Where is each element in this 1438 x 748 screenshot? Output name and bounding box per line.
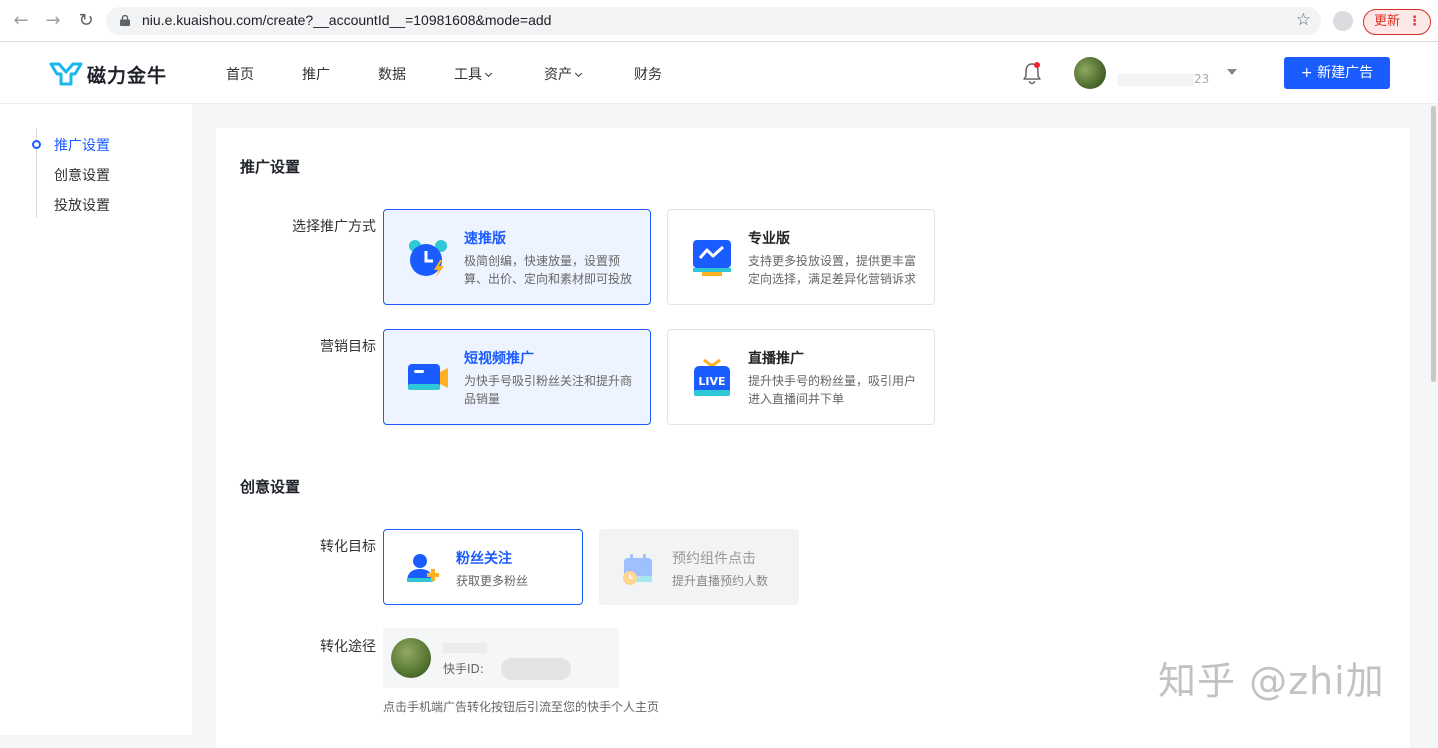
watermark: 知乎 @zhi加: [1158, 659, 1385, 703]
method-option-quick[interactable]: 速推版 极简创编，快速放量，设置预算、出价、定向和素材即可投放: [383, 209, 651, 305]
method-option-pro[interactable]: 专业版 支持更多投放设置，提供更丰富定向选择，满足差异化营销诉求: [667, 209, 935, 305]
nav-finance[interactable]: 财务: [634, 64, 662, 84]
account-suffix: 23: [1194, 72, 1210, 86]
address-bar[interactable]: niu.e.kuaishou.com/create?__accountId__=…: [106, 7, 1321, 35]
sidebar-item-promo-settings[interactable]: 推广设置: [54, 135, 110, 155]
path-label: 转化途径: [320, 639, 376, 655]
target-option-reservation[interactable]: 预约组件点击 提升直播预约人数: [599, 529, 799, 605]
section-title-creative: 创意设置: [240, 478, 301, 496]
live-tv-icon: LIVE: [694, 358, 730, 396]
trend-chart-icon: [693, 240, 731, 276]
profile-icon[interactable]: [1333, 11, 1353, 31]
nav-tools[interactable]: 工具: [454, 64, 493, 84]
target-follow-desc: 获取更多粉丝: [456, 574, 529, 588]
update-label: 更新: [1374, 14, 1401, 29]
video-camera-icon: [408, 364, 448, 390]
account-name-redacted: [1118, 73, 1194, 86]
goal-label: 营销目标: [320, 339, 376, 355]
svg-text:LIVE: LIVE: [698, 375, 725, 388]
chevron-down-icon: [574, 69, 583, 78]
scrollbar-thumb[interactable]: [1431, 106, 1436, 382]
nav-assets-label: 资产: [544, 67, 572, 83]
method-pro-title: 专业版: [748, 231, 790, 247]
account-name-redacted: [443, 642, 487, 653]
target-reservation-desc: 提升直播预约人数: [672, 574, 769, 588]
method-pro-desc: 支持更多投放设置，提供更丰富定向选择，满足差异化营销诉求: [748, 254, 917, 286]
method-label: 选择推广方式: [292, 219, 376, 235]
goal-live-title: 直播推广: [748, 351, 804, 367]
path-id-redacted: [501, 658, 571, 680]
nav-promotion[interactable]: 推广: [302, 64, 330, 84]
method-quick-title: 速推版: [464, 231, 506, 247]
goal-option-live[interactable]: LIVE 直播推广 提升快手号的粉丝量，吸引用户进入直播间并下单: [667, 329, 935, 425]
target-label: 转化目标: [320, 539, 376, 555]
alarm-clock-icon: [409, 240, 447, 277]
reload-icon[interactable]: ↻: [75, 10, 97, 32]
account-name[interactable]: 23: [1118, 72, 1212, 86]
app-header: 磁力金牛 首页 推广 数据 工具 资产 财务 23 + 新建广告: [0, 42, 1438, 104]
avatar[interactable]: [1074, 57, 1106, 89]
path-id-label: 快手ID:: [443, 662, 484, 676]
calendar-clock-icon: [623, 554, 652, 585]
lock-icon: [120, 15, 130, 26]
sidebar: 推广设置 创意设置 投放设置: [0, 104, 192, 735]
forward-icon[interactable]: →: [42, 10, 64, 32]
target-reservation-title: 预约组件点击: [672, 551, 756, 567]
logo-icon: [49, 62, 83, 86]
goal-short-video-title: 短视频推广: [464, 351, 534, 367]
sidebar-active-dot: [32, 140, 41, 149]
browser-toolbar: ← → ↻ niu.e.kuaishou.com/create?__accoun…: [0, 0, 1438, 42]
target-follow-title: 粉丝关注: [456, 551, 512, 567]
path-hint: 点击手机端广告转化按钮后引流至您的快手个人主页: [383, 700, 660, 714]
page-scrollbar[interactable]: [1430, 104, 1438, 384]
chevron-down-icon: [484, 69, 493, 78]
goal-live-desc: 提升快手号的粉丝量，吸引用户进入直播间并下单: [748, 374, 917, 406]
avatar: [391, 638, 431, 678]
nav-tools-label: 工具: [454, 67, 482, 83]
user-add-icon: [407, 554, 439, 582]
path-account-name: [443, 640, 487, 654]
goal-short-video-desc: 为快手号吸引粉丝关注和提升商品销量: [464, 374, 633, 406]
target-option-follow[interactable]: 粉丝关注 获取更多粉丝: [383, 529, 583, 605]
more-menu-icon: ⋮: [1408, 14, 1421, 29]
sidebar-item-delivery-settings[interactable]: 投放设置: [54, 195, 110, 215]
url-text: niu.e.kuaishou.com/create?__accountId__=…: [142, 12, 552, 28]
sidebar-item-creative-settings[interactable]: 创意设置: [54, 165, 110, 185]
path-account-card: 快手ID:: [383, 628, 619, 688]
back-icon[interactable]: ←: [10, 10, 32, 32]
account-caret-icon[interactable]: [1227, 69, 1237, 75]
nav-home[interactable]: 首页: [226, 64, 254, 84]
goal-option-short-video[interactable]: 短视频推广 为快手号吸引粉丝关注和提升商品销量: [383, 329, 651, 425]
browser-update-button[interactable]: 更新 ⋮: [1363, 9, 1431, 35]
nav-assets[interactable]: 资产: [544, 64, 583, 84]
method-quick-desc: 极简创编，快速放量，设置预算、出价、定向和素材即可投放: [464, 254, 633, 286]
new-ad-button[interactable]: + 新建广告: [1284, 57, 1390, 89]
section-title-promo: 推广设置: [240, 158, 301, 176]
nav-data[interactable]: 数据: [378, 64, 406, 84]
notification-dot: [1034, 62, 1040, 68]
bookmark-star-icon[interactable]: ☆: [1296, 10, 1311, 30]
logo-text: 磁力金牛: [87, 65, 168, 87]
